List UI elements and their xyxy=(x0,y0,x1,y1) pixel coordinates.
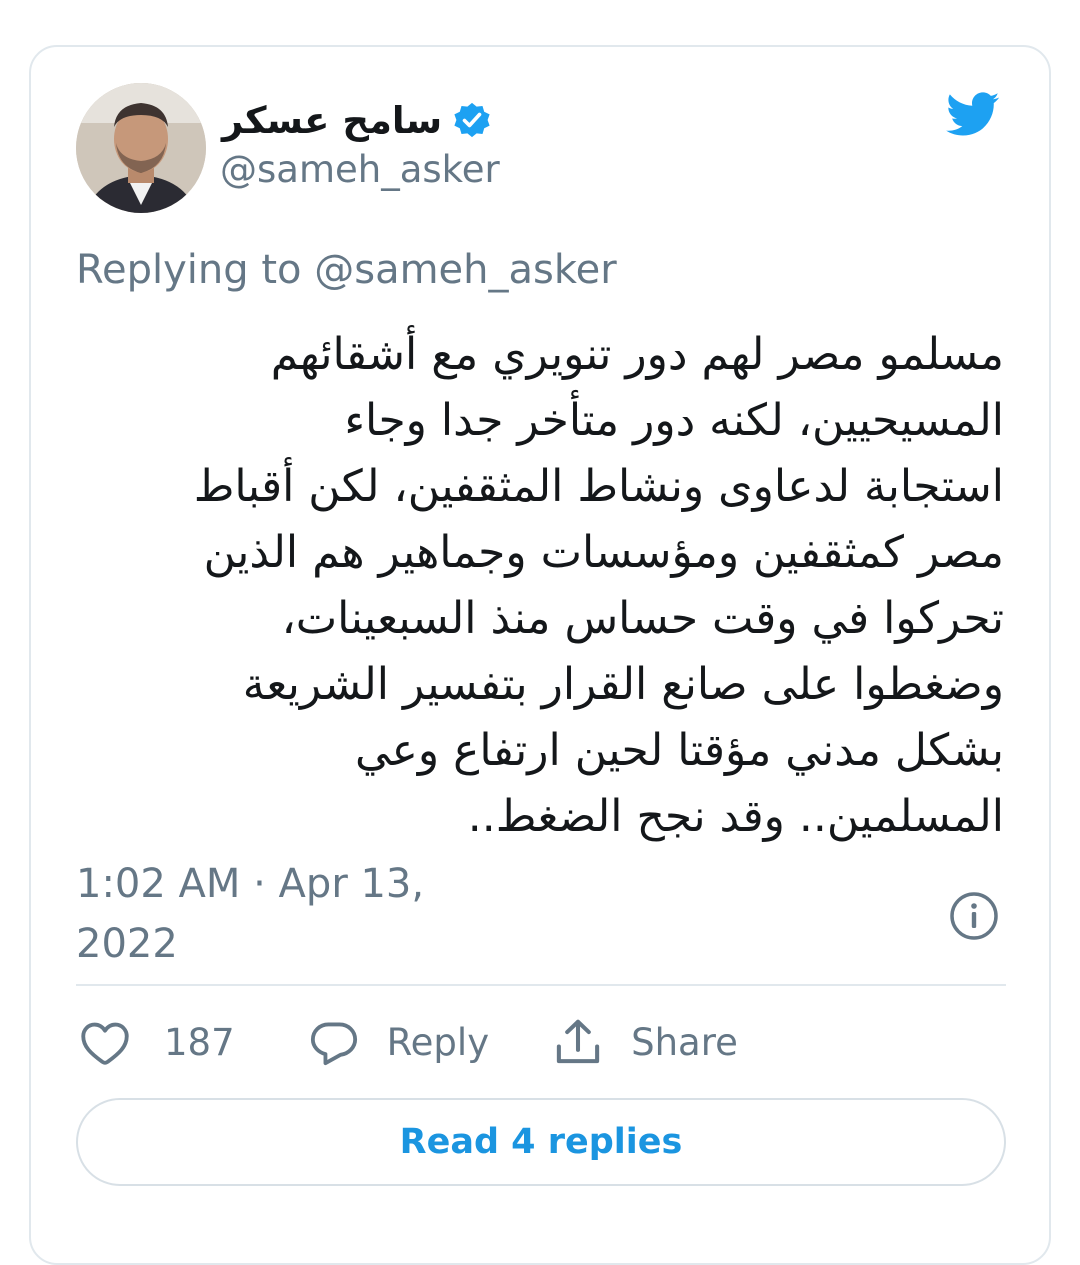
share-label: Share xyxy=(631,1020,738,1064)
author-handle[interactable]: @sameh_asker xyxy=(220,149,500,191)
like-button[interactable]: 187 xyxy=(76,1013,235,1071)
tweet-text: مسلمو مصر لهم دور تنويري مع أشقائهم المس… xyxy=(193,329,1004,842)
action-bar: 187 Reply Share xyxy=(76,1012,738,1072)
info-icon[interactable] xyxy=(948,890,1000,942)
reply-bubble-icon xyxy=(310,1022,357,1066)
divider xyxy=(76,984,1006,986)
share-button[interactable]: Share xyxy=(551,1015,738,1069)
replying-to-text[interactable]: Replying to @sameh_asker xyxy=(76,248,617,292)
reply-label: Reply xyxy=(386,1020,490,1064)
author-name-row[interactable]: سامح عسكر xyxy=(222,92,492,148)
like-count: 187 xyxy=(164,1020,235,1064)
reply-button[interactable]: Reply xyxy=(307,1015,489,1069)
tweet-timestamp[interactable]: 1:02 AM · Apr 13, 2022 xyxy=(76,854,496,974)
verified-badge-icon xyxy=(454,102,490,138)
avatar[interactable] xyxy=(76,83,206,213)
heart-icon xyxy=(81,1022,129,1065)
read-replies-button[interactable]: Read 4 replies xyxy=(76,1098,1006,1186)
twitter-bird-icon[interactable] xyxy=(940,86,1004,142)
share-icon xyxy=(556,1019,600,1064)
author-display-name[interactable]: سامح عسكر xyxy=(222,102,442,139)
